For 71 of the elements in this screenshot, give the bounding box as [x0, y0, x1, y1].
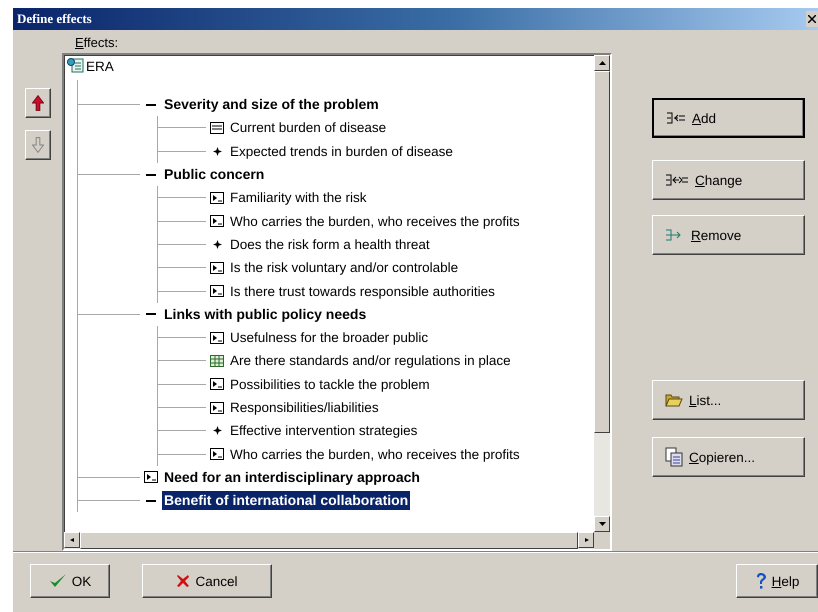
- change-button[interactable]: Change: [652, 160, 805, 200]
- caret-icon: [68, 538, 76, 542]
- collapse-icon[interactable]: [146, 104, 156, 106]
- tree-item[interactable]: Responsibilities/liabilities: [228, 398, 381, 417]
- document-icon: [210, 192, 224, 204]
- move-up-button[interactable]: [25, 88, 51, 118]
- copy-button[interactable]: Copieren...: [652, 437, 805, 477]
- scroll-right-button[interactable]: [578, 532, 594, 548]
- help-button[interactable]: Help: [736, 564, 818, 598]
- collapse-icon[interactable]: [146, 313, 156, 316]
- tree-item[interactable]: Expected trends in burden of disease: [228, 142, 455, 161]
- bullet-icon: [212, 240, 222, 249]
- collapse-icon[interactable]: [146, 500, 156, 502]
- tree-item[interactable]: ERA: [84, 57, 116, 76]
- insert-icon: [666, 112, 686, 124]
- bullet-icon: [212, 146, 222, 156]
- tree-item[interactable]: Links with public policy needs: [162, 304, 368, 324]
- tree-item[interactable]: Who carries the burden, who receives the profits: [228, 444, 522, 464]
- tree-item[interactable]: Is there trust towards responsible authorities: [228, 282, 497, 301]
- caret-icon: [582, 538, 590, 542]
- tree-item[interactable]: Need for an interdisciplinary approach: [162, 468, 422, 487]
- tree-item[interactable]: Public concern: [162, 165, 266, 184]
- scroll-thumb[interactable]: [594, 71, 610, 433]
- collapse-icon[interactable]: [146, 174, 156, 176]
- caret-icon: [598, 522, 606, 526]
- document-icon: [210, 215, 224, 228]
- document-icon: [144, 471, 158, 484]
- bullet-icon: [212, 426, 222, 436]
- down-arrow-icon: [32, 137, 44, 153]
- vertical-scrollbar[interactable]: [594, 55, 610, 532]
- add-button[interactable]: Add: [652, 98, 805, 138]
- document-icon: [210, 332, 224, 344]
- scrollbar-corner: [594, 532, 610, 549]
- folder-icon: [665, 393, 683, 407]
- scroll-up-button[interactable]: [594, 55, 610, 71]
- tree-item[interactable]: Who carries the burden, who receives the profits: [228, 212, 522, 231]
- cancel-button[interactable]: Cancel: [142, 564, 272, 598]
- tree-item[interactable]: Is the risk voluntary and/or controlable: [228, 258, 460, 278]
- tree-item[interactable]: Are there standards and/or regulations in place: [228, 351, 513, 370]
- document-icon: [210, 378, 224, 390]
- close-icon: [808, 15, 816, 23]
- document-icon: [210, 402, 224, 414]
- tree-item[interactable]: Usefulness for the broader public: [228, 328, 430, 348]
- up-arrow-icon: [32, 95, 44, 111]
- close-icon: [176, 574, 190, 588]
- table-icon: [210, 354, 224, 367]
- window-title: Define effects: [17, 11, 92, 27]
- effects-label: Effects:: [75, 36, 118, 52]
- remove-button[interactable]: Remove: [652, 215, 805, 255]
- copy-icon: [665, 447, 683, 467]
- document-icon: [210, 262, 224, 274]
- tree-item[interactable]: Effective intervention strategies: [228, 421, 420, 440]
- document-icon: [210, 122, 224, 134]
- document-icon: [210, 285, 224, 298]
- list-button[interactable]: List...: [652, 380, 805, 420]
- tree-item[interactable]: Familiarity with the risk: [228, 188, 369, 208]
- scroll-left-button[interactable]: [64, 532, 80, 548]
- ok-button[interactable]: OK: [30, 564, 110, 598]
- help-icon: [754, 572, 767, 590]
- caret-icon: [598, 61, 606, 65]
- document-icon: [210, 448, 224, 460]
- tree-root-icon: [66, 57, 84, 73]
- tree-item[interactable]: Benefit of international collaboration: [162, 491, 410, 510]
- tree-item[interactable]: Current burden of disease: [228, 118, 388, 138]
- tree-item[interactable]: Does the risk form a health threat: [228, 234, 432, 254]
- tree-item[interactable]: Possibilities to tackle the problem: [228, 374, 432, 394]
- close-button[interactable]: [806, 11, 818, 27]
- check-icon: [48, 573, 67, 589]
- scroll-down-button[interactable]: [594, 516, 610, 532]
- replace-icon: [665, 174, 689, 186]
- tree-item[interactable]: Severity and size of the problem: [162, 95, 381, 114]
